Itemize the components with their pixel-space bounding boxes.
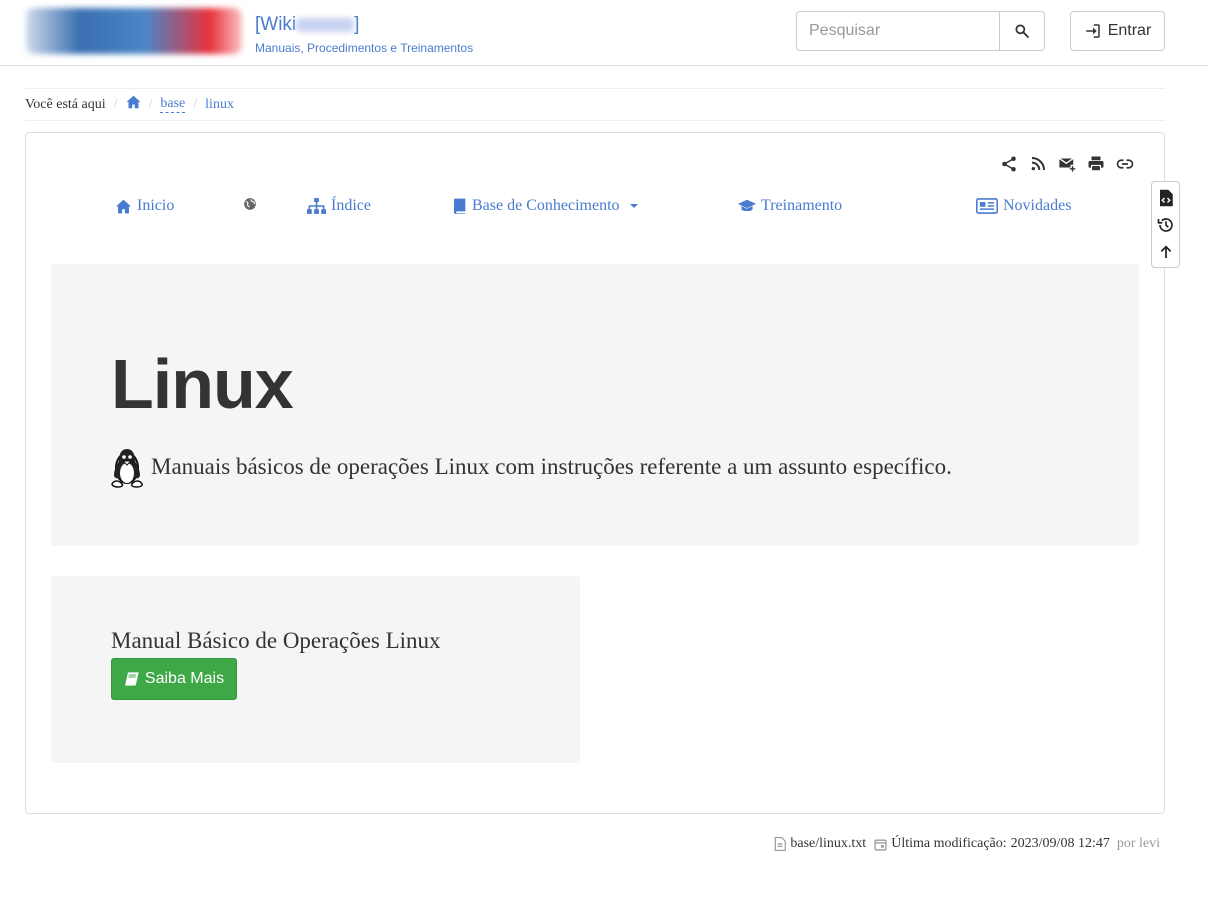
- breadcrumb-separator: /: [193, 96, 198, 112]
- email-icon: [1058, 157, 1076, 172]
- file-source-icon: [1159, 189, 1173, 206]
- login-icon: [1085, 24, 1100, 38]
- manual-card: Manual Básico de Operações Linux Saiba M…: [51, 576, 580, 763]
- nav-item-label: Base de Conhecimento: [472, 197, 620, 214]
- nav-item-novidades[interactable]: Novidades: [976, 197, 1071, 215]
- site-subtitle: Manuais, Procedimentos e Treinamentos: [255, 41, 474, 55]
- file-icon: [775, 837, 787, 851]
- nav-item-globe[interactable]: [243, 197, 257, 211]
- breadcrumb-item-linux[interactable]: linux: [205, 97, 234, 113]
- site-title-prefix[interactable]: [Wiki: [255, 14, 296, 35]
- nav-item-indice[interactable]: Índice: [307, 197, 371, 215]
- nav-item-treinamento[interactable]: Treinamento: [738, 197, 842, 215]
- print-icon: [1088, 156, 1104, 172]
- nav-item-label: Índice: [331, 197, 371, 214]
- saiba-mais-label: Saiba Mais: [144, 670, 225, 687]
- search-icon: [1015, 24, 1029, 38]
- search-input[interactable]: [796, 11, 1001, 51]
- site-title[interactable]: [Wiki]: [255, 14, 359, 36]
- email-button[interactable]: [1058, 155, 1076, 173]
- login-label: Entrar: [1107, 22, 1152, 39]
- page-lead-text: Manuais básicos de operações Linux com i…: [151, 454, 952, 479]
- card-title: Manual Básico de Operações Linux: [111, 628, 441, 653]
- home-icon: [126, 95, 140, 109]
- tux-icon: [111, 449, 143, 488]
- home-icon: [116, 199, 131, 213]
- nav-item-label: Treinamento: [761, 197, 843, 214]
- book-icon: [454, 198, 466, 214]
- footer-author: por levi: [1116, 836, 1160, 851]
- nav-item-base-conhecimento[interactable]: Base de Conhecimento: [453, 197, 638, 215]
- nav-item-inicio[interactable]: Inicio: [115, 197, 174, 215]
- page-tools: [1000, 155, 1134, 173]
- page-footer: base/linux.txt Última modificação: 2023/…: [774, 836, 1160, 852]
- print-button[interactable]: [1087, 155, 1105, 173]
- page-title: Linux: [111, 345, 294, 423]
- share-icon: [1002, 156, 1016, 172]
- link-icon: [1116, 159, 1134, 169]
- footer-file-path: base/linux.txt: [790, 836, 867, 851]
- sitemap-icon: [307, 198, 326, 214]
- newspaper-icon: [976, 198, 998, 214]
- back-to-top-icon: [1160, 244, 1171, 258]
- graduation-cap-icon: [738, 199, 756, 212]
- site-logo[interactable]: [26, 8, 242, 54]
- main-navigation: Inicio Índice Base de Conhecimento Trein…: [26, 197, 1164, 221]
- saiba-mais-button[interactable]: Saiba Mais: [111, 658, 237, 700]
- nav-item-label: Novidades: [1003, 197, 1072, 214]
- show-source-button[interactable]: [1156, 188, 1176, 208]
- footer-modified-label: Última modificação:: [891, 836, 1007, 851]
- rss-button[interactable]: [1029, 155, 1047, 173]
- breadcrumb-label: Você está aqui: [25, 96, 106, 112]
- page-lead: Manuais básicos de operações Linux com i…: [109, 446, 952, 488]
- old-revisions-button[interactable]: [1156, 215, 1176, 235]
- breadcrumb-separator: /: [148, 96, 153, 112]
- breadcrumb-item-base[interactable]: base: [160, 96, 186, 113]
- globe-icon: [244, 198, 256, 210]
- content-panel: Inicio Índice Base de Conhecimento Trein…: [25, 132, 1165, 814]
- book-icon: [125, 672, 139, 686]
- breadcrumb-home[interactable]: [126, 95, 141, 114]
- site-title-suffix[interactable]: ]: [354, 14, 359, 35]
- calendar-icon: [874, 839, 887, 851]
- dropdown-caret-icon: [629, 204, 638, 208]
- search-button[interactable]: [999, 11, 1045, 51]
- redacted-title-part: [296, 17, 355, 32]
- rss-icon: [1031, 157, 1045, 171]
- permalink-button[interactable]: [1116, 155, 1134, 173]
- share-button[interactable]: [1000, 155, 1018, 173]
- breadcrumb: Você está aqui / / base / linux: [25, 88, 1165, 121]
- back-to-top-button[interactable]: [1156, 242, 1176, 262]
- site-header: [Wiki] Manuais, Procedimentos e Treiname…: [0, 0, 1208, 66]
- footer-modified-date: 2023/09/08 12:47: [1010, 836, 1110, 851]
- login-button[interactable]: Entrar: [1070, 11, 1165, 51]
- breadcrumb-separator: /: [113, 96, 118, 112]
- nav-item-label: Inicio: [137, 197, 175, 214]
- page-side-tools: [1151, 181, 1180, 268]
- history-icon: [1157, 217, 1173, 232]
- hero-panel: Linux Manuais básicos de operações Linux…: [51, 264, 1139, 546]
